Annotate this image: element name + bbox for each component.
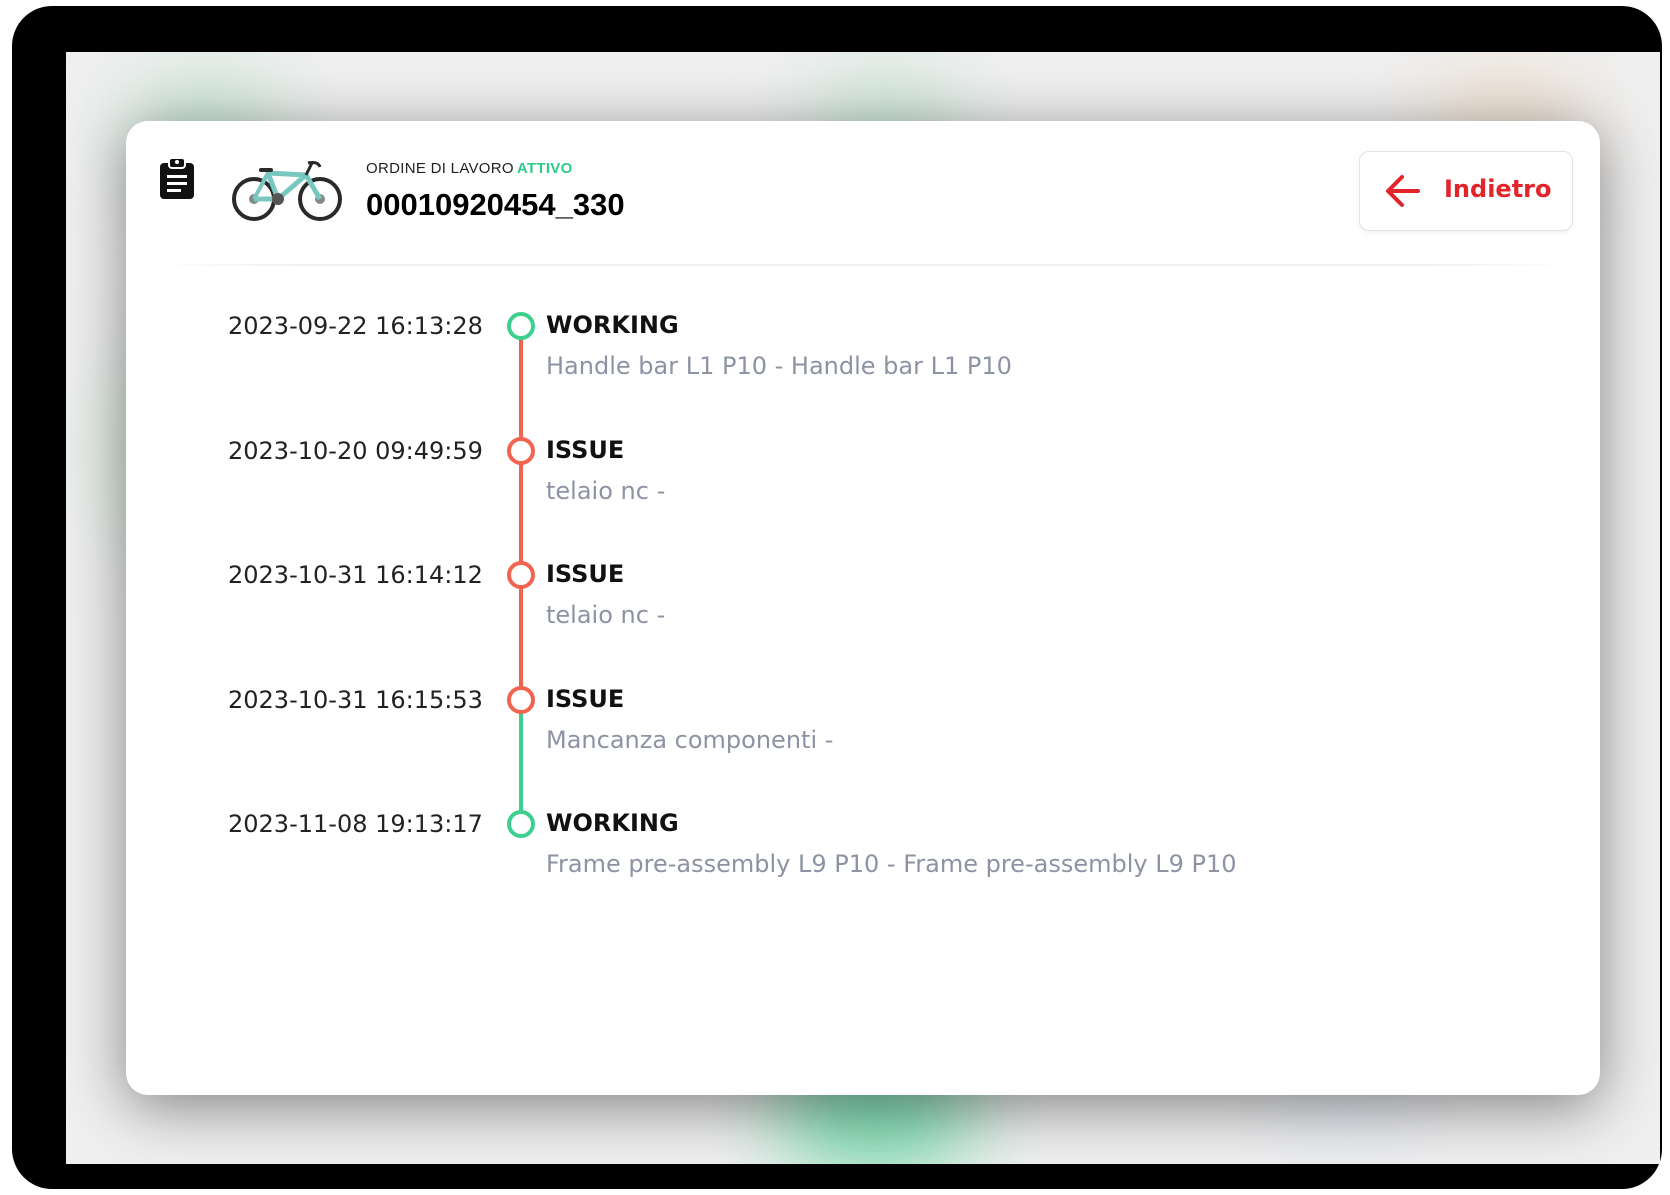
timeline-event: 2023-10-31 16:15:53 ISSUE Mancanza compone… <box>126 682 1526 792</box>
status-timeline: 2023-09-22 16:13:28 WORKING Handle bar L1 … <box>126 121 1600 1095</box>
timeline-event: 2023-11-08 19:13:17 WORKING Frame pre-asse… <box>126 806 1526 916</box>
timeline-event: 2023-10-20 09:49:59 ISSUE telaio nc - <box>126 433 1526 543</box>
event-state: ISSUE <box>546 435 625 464</box>
work-order-card: ORDINE DI LAVORO ATTIVO 00010920454_330 I… <box>126 121 1600 1095</box>
event-description: telaio nc - <box>546 476 666 505</box>
event-state: WORKING <box>546 311 679 339</box>
event-timestamp: 2023-10-31 16:15:53 <box>228 685 483 714</box>
event-description: Mancanza componenti - <box>546 725 834 754</box>
event-state: WORKING <box>546 809 679 837</box>
event-timestamp: 2023-10-20 09:49:59 <box>228 436 483 465</box>
timeline-event: 2023-09-22 16:13:28 WORKING Handle bar L1 … <box>126 308 1526 418</box>
timeline-dot-icon <box>507 685 535 714</box>
device-frame: ORDINE DI LAVORO ATTIVO 00010920454_330 I… <box>12 6 1662 1189</box>
timeline-dot-icon <box>507 810 535 838</box>
event-description: Frame pre-assembly L9 P10 - Frame pre-as… <box>546 850 1237 878</box>
event-timestamp: 2023-10-31 16:14:12 <box>228 561 483 589</box>
event-description: Handle bar L1 P10 - Handle bar L1 P10 <box>546 352 1012 380</box>
timeline-dot-icon <box>507 561 535 589</box>
event-description: telaio nc - <box>546 601 666 629</box>
timeline-event: 2023-10-31 16:14:12 ISSUE telaio nc - <box>126 557 1526 667</box>
event-state: ISSUE <box>546 684 625 713</box>
timeline-dot-icon <box>507 312 535 340</box>
event-timestamp: 2023-09-22 16:13:28 <box>228 312 483 340</box>
timeline-dot-icon <box>507 436 535 465</box>
event-timestamp: 2023-11-08 19:13:17 <box>228 810 483 838</box>
screen: ORDINE DI LAVORO ATTIVO 00010920454_330 I… <box>66 52 1660 1164</box>
event-state: ISSUE <box>546 560 625 588</box>
